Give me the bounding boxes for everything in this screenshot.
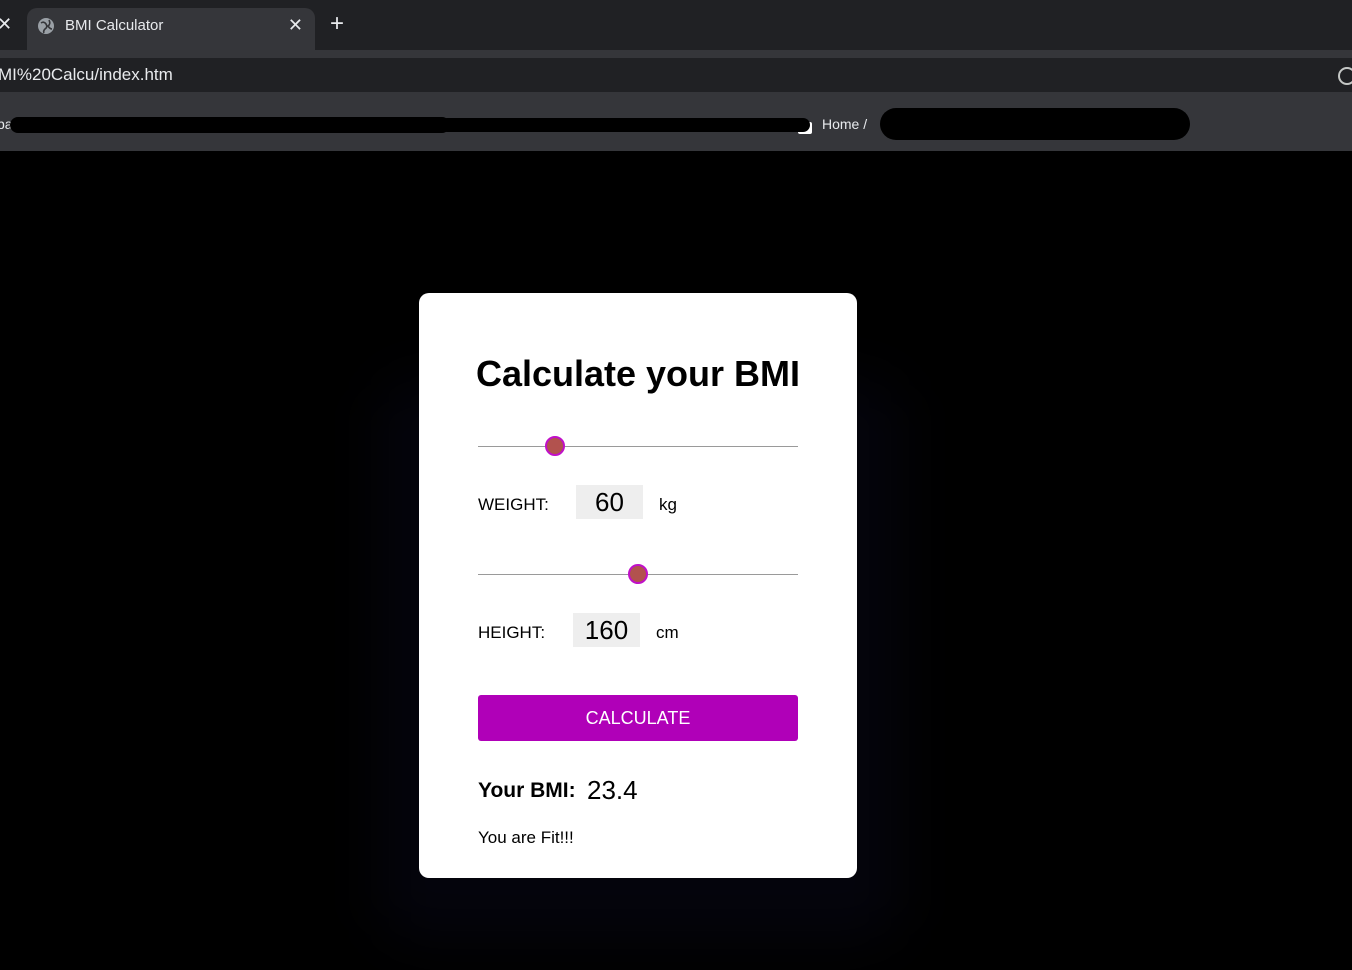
weight-slider[interactable] [478,435,798,459]
weight-label: WEIGHT: [478,495,549,514]
height-unit: cm [656,623,679,642]
redaction-mark [880,108,1190,140]
height-slider[interactable] [478,563,798,587]
new-tab-icon[interactable]: + [330,10,344,38]
address-bar[interactable]: MI%20Calcu/index.htm [0,58,1352,92]
page-title: Calculate your BMI [475,353,801,394]
address-text[interactable]: MI%20Calcu/index.htm [0,65,173,85]
weight-slider-track[interactable] [478,446,798,447]
bmi-result-label: Your BMI: [478,779,576,802]
tab-close-icon[interactable]: ✕ [288,14,303,36]
redaction-mark [440,118,810,132]
tab-bmi-calculator[interactable]: BMI Calculator ✕ [27,8,315,50]
calculate-button[interactable]: CALCULATE [478,695,798,741]
bookmark-item[interactable]: Home / [822,116,867,132]
lens-icon[interactable] [1338,67,1352,85]
bmi-status-text: You are Fit!!! [478,828,574,847]
height-label: HEIGHT: [478,623,546,642]
weight-input[interactable] [576,485,643,519]
height-slider-thumb[interactable] [628,564,648,584]
browser-tab-bar: ✕ BMI Calculator ✕ + [0,0,1352,50]
bmi-result-value: 23.4 [587,775,638,805]
globe-icon [38,18,54,34]
tab-title: BMI Calculator [65,17,164,34]
bmi-card: Calculate your BMI WEIGHT: kg HEIGHT: cm… [419,293,857,878]
height-input[interactable] [573,613,640,647]
redaction-mark [10,117,450,133]
browser-toolbar: MI%20Calcu/index.htm [0,50,1352,100]
previous-tab-close-icon[interactable]: ✕ [0,14,12,34]
weight-unit: kg [659,495,677,514]
bookmarks-bar: ba Home / it [0,100,1352,151]
weight-slider-thumb[interactable] [544,436,565,456]
